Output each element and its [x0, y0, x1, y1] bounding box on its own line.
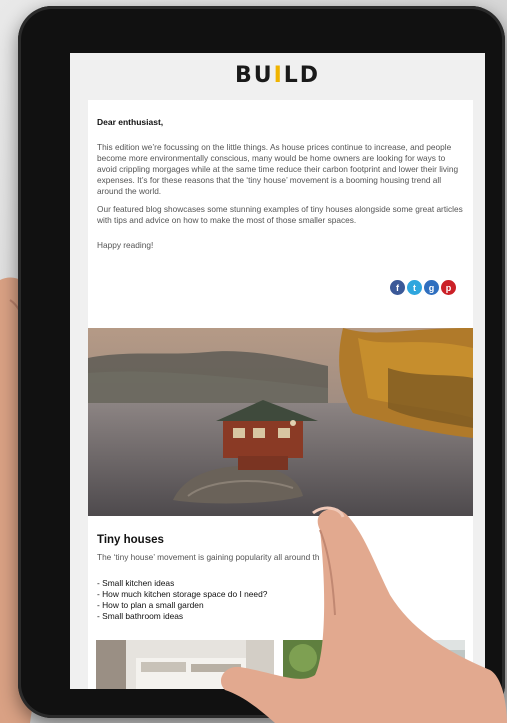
signoff: Happy reading! [97, 240, 154, 250]
pinterest-icon[interactable]: p [441, 280, 456, 295]
facebook-icon[interactable]: f [390, 280, 405, 295]
pointing-hand [221, 506, 507, 723]
hero-photo-tiny-house[interactable] [88, 328, 473, 516]
greeting: Dear enthusiast, [97, 117, 164, 127]
blog-paragraph: Our featured blog showcases some stunnin… [97, 204, 463, 225]
twitter-icon[interactable]: t [407, 280, 422, 295]
article-title[interactable]: Tiny houses [97, 534, 164, 546]
google-plus-icon[interactable]: g [424, 280, 439, 295]
intro-paragraph: This edition we’re focussing on the litt… [97, 142, 459, 196]
share-bar: f t g p [390, 280, 456, 295]
build-logo[interactable]: BUILD [70, 63, 485, 88]
